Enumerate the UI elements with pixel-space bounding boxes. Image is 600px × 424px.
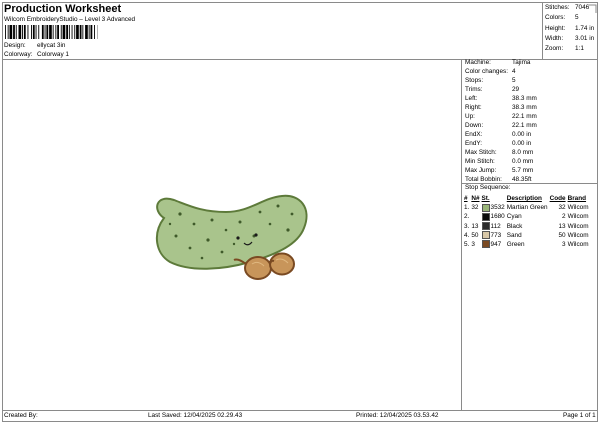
panel-divider [461,59,462,410]
design-stats: Stitches: 7046 Colors: 5 Height: 1.74 in Wi… [545,3,594,54]
machine-row: Down: 22.1 mm [465,122,537,129]
pickle-eye-right [254,233,258,237]
machine-row: EndY: 0.00 in [465,140,532,147]
stop-sequence-table: # N# St. Description Code Brand 1. 32 35… [463,194,590,249]
machine-row: EndX: 0.00 in [465,131,532,138]
design-value: ellycat 3in [37,42,66,49]
barcode-bar [55,25,57,39]
barcode-bar [66,25,68,39]
corner-mark-icon [588,4,597,13]
barcode-bar [32,25,35,39]
stat-stitches: Stitches: 7046 [545,4,590,11]
col-code: Code [549,195,566,202]
machine-row: Max Stitch: 8.0 mm [465,149,534,156]
stat-zoom: Zoom: 1:1 [545,45,584,53]
color-swatch [481,231,490,240]
col-brand: Brand [567,195,587,202]
created-by: Created By: [4,412,38,419]
barcode-bar [35,25,37,39]
stat-height: Height: 1.74 in [545,24,595,32]
stop-sequence-title: Stop Sequence: [465,184,511,191]
barcode-bar [68,25,70,39]
machine-row: Right: 38.3 mm [465,104,537,111]
stat-width: Width: 3.01 in [545,34,595,42]
color-swatch [481,240,490,249]
table-row: 4. 50 773 Sand 50 Wilcom [464,231,589,240]
colorway-label: Colorway: [4,51,33,58]
footer-divider [2,410,598,411]
barcode-bar [94,25,95,39]
machine-row: Color changes: 4 [465,68,516,75]
barcode-bar [49,25,52,39]
barcode-bar [46,25,49,39]
barcode-image [5,25,98,39]
barcode-bar [90,25,93,39]
barcode-bar [9,25,13,39]
page-number: Page 1 of 1 [563,412,596,419]
color-swatch [481,212,490,221]
machine-row: Stops: 5 [465,77,516,84]
machine-details: Machine: Tajima Color changes: 4 Stops: 5 T… [465,58,537,184]
stats-divider [542,2,543,59]
software-subtitle: Wilcom EmbroideryStudio – Level 3 Advanc… [4,16,136,23]
colorway-value: Colorway 1 [37,51,69,58]
printed-date: Printed: 12/04/2025 03.53.42 [356,412,439,419]
color-swatch [481,221,490,230]
table-row: 2. 1680 Cyan 2 Wilcom [464,212,589,221]
barcode-bar [13,25,15,39]
barcode-bar [22,25,23,39]
table-row: 3. 13 112 Black 13 Wilcom [464,221,589,230]
barcode-bar [38,25,40,39]
machine-row: Max Jump: 5.7 mm [465,167,534,174]
col-n: N# [471,195,480,202]
barcode-bar [7,25,9,39]
last-saved: Last Saved: 12/04/2025 02.29.43 [148,412,243,419]
barcode-bar [18,25,22,39]
barcode-bar [85,25,88,39]
barcode-bar [23,25,26,39]
machine-row: Left: 38.3 mm [465,95,537,102]
barcode-bar [15,25,17,39]
page-title: Production Worksheet [4,3,122,15]
barcode-bar [76,25,79,39]
color-swatch [481,203,490,212]
barcode-bar [5,25,6,39]
barcode-bar [71,25,73,39]
table-row: 1. 32 3532 Martian Green 32 Wilcom [464,203,589,212]
barcode-bar [88,25,90,39]
stat-colors: Colors: 5 [545,14,579,22]
col-num: # [464,195,468,202]
design-label: Design: [4,42,26,49]
pickle-eye-left [236,236,240,240]
barcode-bar [57,25,59,39]
barcode-bar [79,25,82,39]
machine-row: Up: 22.1 mm [465,113,537,120]
machine-row: Min Stitch: 0.0 mm [465,158,534,165]
barcode-bar [27,25,29,39]
barcode-bar [52,25,54,39]
barcode-bar [41,25,44,39]
stop-sequence-header: # N# St. Description Code Brand [463,194,590,203]
barcode-bar [31,25,32,39]
col-desc: Description [506,195,542,202]
design-preview [155,194,308,280]
barcode-bar [82,25,84,39]
barcode-bar [62,25,66,39]
machine-row: Trims: 29 [465,86,520,93]
machine-row: Machine: Tajima [465,59,531,66]
barcode-bar [60,25,62,39]
barcode-bar [74,25,76,39]
table-row: 5. 3 947 Green 3 Wilcom [464,240,589,249]
barcode-bar [44,25,46,39]
col-st: St. [481,195,490,202]
